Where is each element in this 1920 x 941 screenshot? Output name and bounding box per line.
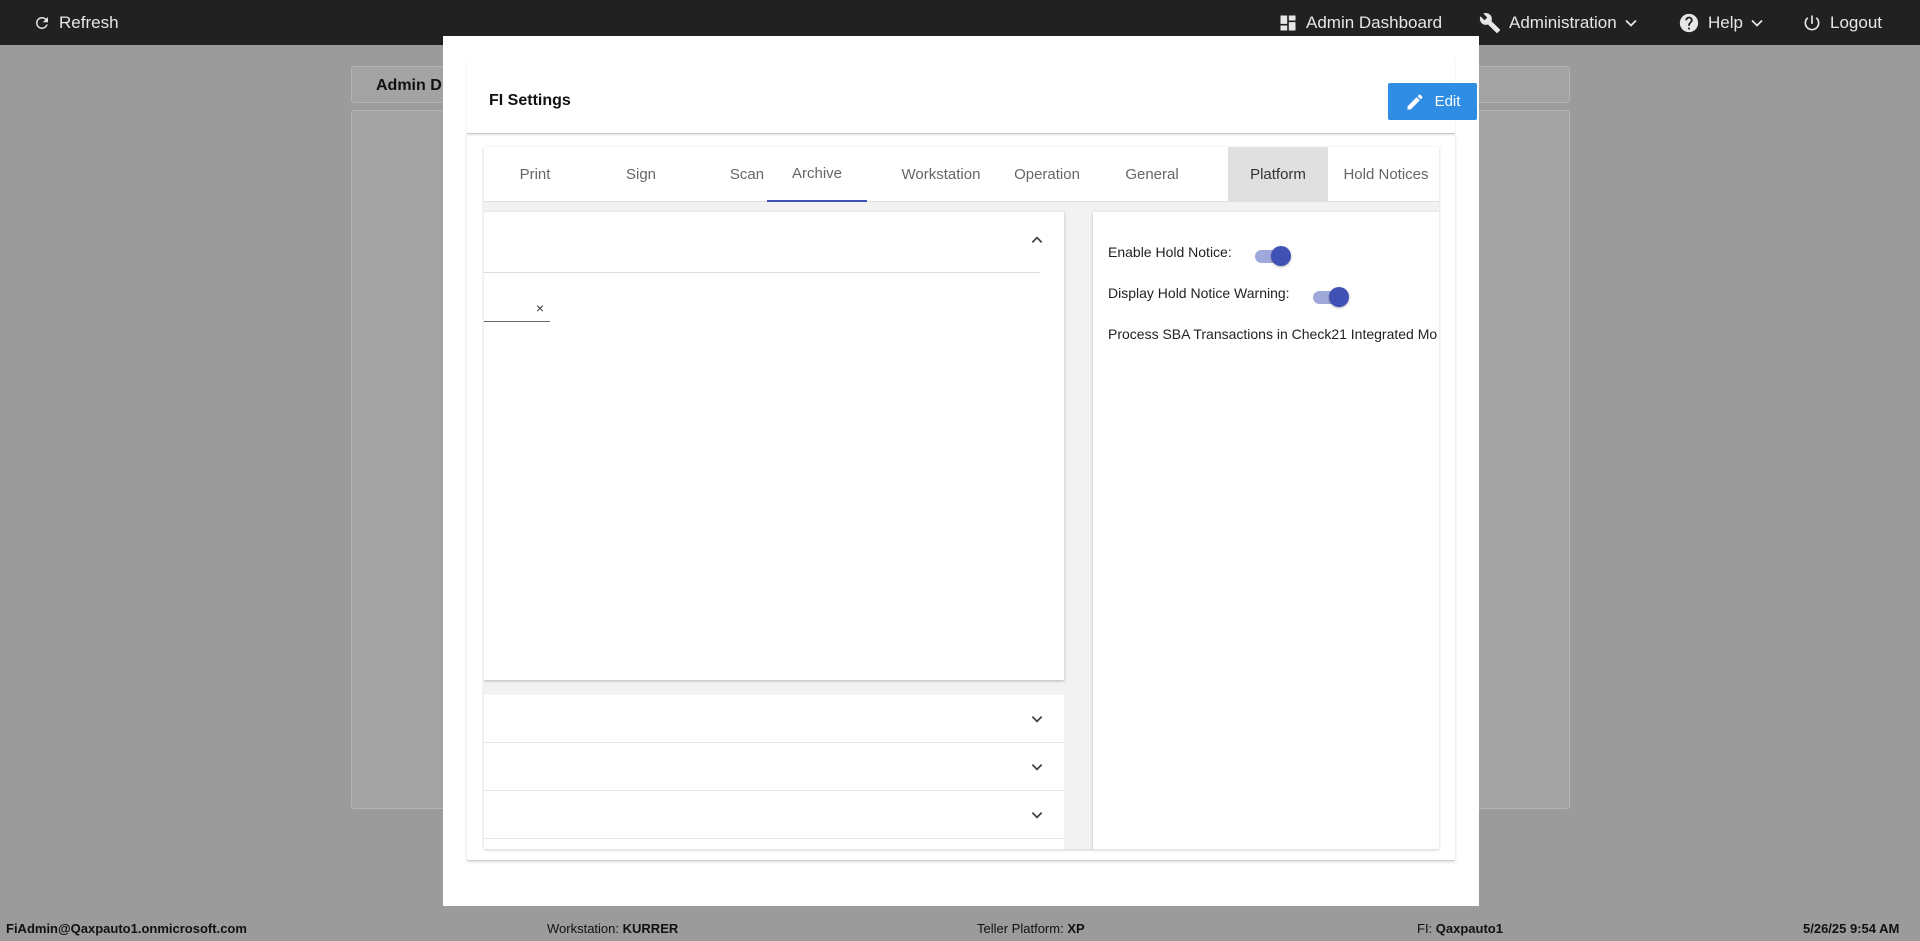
fi-info: FI: Qaxpauto1 <box>1417 921 1503 936</box>
refresh-button[interactable]: Refresh <box>33 0 119 45</box>
chevron-down-icon <box>1031 716 1043 723</box>
tab-bar: Print Sign Scan Archive Workstation Oper… <box>484 147 1439 202</box>
edit-button[interactable]: Edit <box>1388 83 1477 120</box>
chevron-up-icon[interactable] <box>1030 233 1044 247</box>
chevron-down-icon <box>1751 19 1763 27</box>
tab-general[interactable]: General <box>1101 147 1203 202</box>
fi-label: FI: <box>1417 921 1433 936</box>
tab-workstation[interactable]: Workstation <box>890 147 992 202</box>
text-field[interactable]: × <box>484 297 550 322</box>
hold-notice-settings: Enable Hold Notice: Display Hold Notice … <box>1093 212 1439 849</box>
display-hold-notice-warning-toggle[interactable] <box>1311 287 1349 307</box>
modal-title: FI Settings <box>489 92 571 109</box>
wrench-icon <box>1479 12 1501 33</box>
collapsed-section[interactable] <box>484 791 1064 839</box>
help-icon <box>1679 13 1699 32</box>
dashboard-icon <box>1280 15 1296 30</box>
chevron-down-icon <box>1031 812 1043 819</box>
administration-menu[interactable]: Administration <box>1479 0 1637 45</box>
background-title: Admin D <box>376 77 442 94</box>
logout-label: Logout <box>1830 12 1882 32</box>
workstation-value: KURRER <box>622 921 679 936</box>
expanded-section: × <box>484 212 1064 680</box>
tab-sign[interactable]: Sign <box>590 147 692 202</box>
modal-header: FI Settings Edit <box>467 59 1477 134</box>
collapsed-section[interactable] <box>484 743 1064 791</box>
tab-platform[interactable]: Platform <box>1228 147 1328 202</box>
chevron-down-icon <box>1625 19 1637 27</box>
toggle-thumb <box>1271 246 1291 266</box>
collapsed-section[interactable] <box>484 839 1064 849</box>
user-email: FiAdmin@Qaxpauto1.onmicrosoft.com <box>6 921 247 936</box>
edit-label: Edit <box>1434 93 1461 110</box>
workstation-info: Workstation: KURRER <box>547 921 678 936</box>
workstation-label: Workstation: <box>547 921 620 936</box>
tab-hold-notices[interactable]: Hold Notices <box>1333 147 1439 202</box>
logout-button[interactable]: Logout <box>1802 0 1882 45</box>
help-label: Help <box>1708 12 1743 32</box>
enable-hold-notice-label: Enable Hold Notice: <box>1108 244 1232 260</box>
refresh-icon <box>35 16 48 29</box>
refresh-label: Refresh <box>59 12 119 32</box>
display-hold-notice-warning-label: Display Hold Notice Warning: <box>1108 285 1290 301</box>
datetime: 5/26/25 9:54 AM <box>1803 921 1900 936</box>
clear-icon[interactable]: × <box>536 300 544 316</box>
tab-print[interactable]: Print <box>484 147 586 202</box>
chevron-down-icon <box>1031 764 1043 771</box>
fi-value: Qaxpauto1 <box>1435 921 1503 936</box>
power-icon <box>1804 15 1820 30</box>
tab-operation[interactable]: Operation <box>996 147 1098 202</box>
platform-value: XP <box>1067 921 1085 936</box>
settings-content: Print Sign Scan Archive Workstation Oper… <box>484 147 1439 849</box>
settings-card: Print Sign Scan Archive Workstation Oper… <box>467 134 1455 861</box>
enable-hold-notice-toggle[interactable] <box>1253 246 1291 266</box>
platform-info: Teller Platform: XP <box>977 921 1085 936</box>
process-sba-label: Process SBA Transactions in Check21 Inte… <box>1108 326 1438 342</box>
status-bar: FiAdmin@Qaxpauto1.onmicrosoft.com Workst… <box>0 915 1920 941</box>
tab-archive[interactable]: Archive <box>767 147 867 202</box>
platform-label: Teller Platform: <box>977 921 1064 936</box>
administration-label: Administration <box>1509 12 1617 32</box>
section-header[interactable] <box>484 212 1043 273</box>
fi-settings-modal: FI Settings Edit Print Sign Scan Archive… <box>443 36 1479 906</box>
help-menu[interactable]: Help <box>1678 0 1763 45</box>
toggle-thumb <box>1329 287 1349 307</box>
admin-dashboard-label: Admin Dashboard <box>1306 12 1443 32</box>
collapsed-section[interactable] <box>484 695 1064 743</box>
pencil-icon <box>1407 93 1423 109</box>
